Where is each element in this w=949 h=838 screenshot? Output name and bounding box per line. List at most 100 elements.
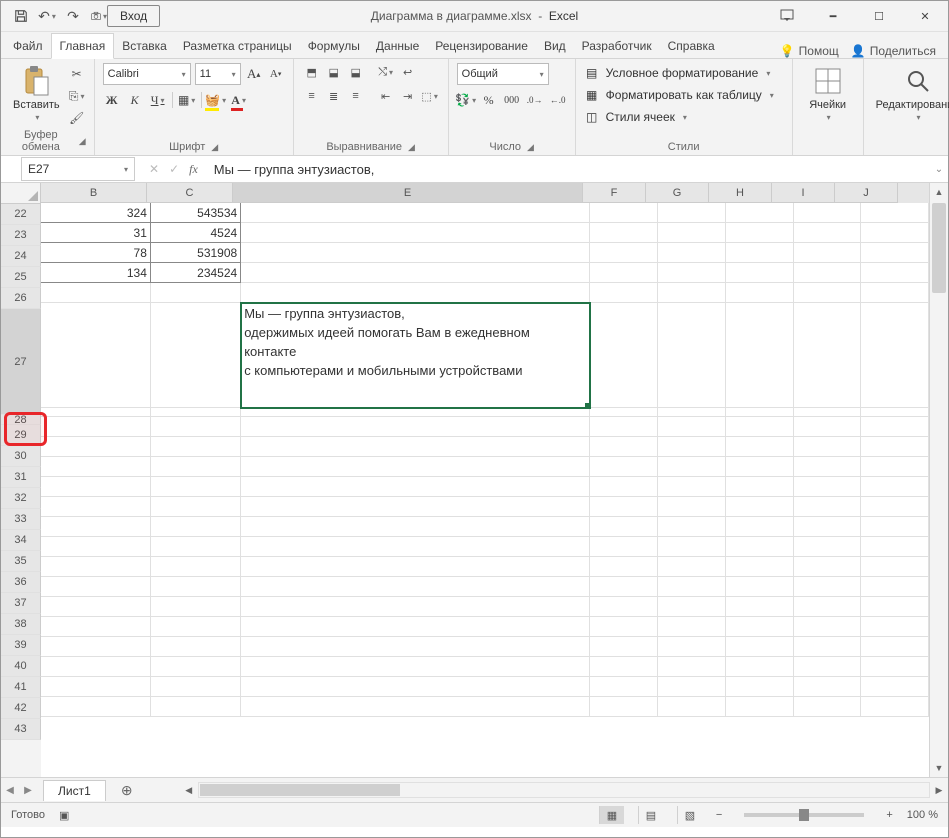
- cell[interactable]: [794, 303, 862, 408]
- align-center-icon[interactable]: ≣: [324, 87, 344, 105]
- row-header[interactable]: 43: [1, 719, 41, 740]
- cell[interactable]: [41, 283, 151, 303]
- cell[interactable]: [861, 417, 929, 437]
- increase-indent-icon[interactable]: ⇥: [398, 87, 418, 105]
- number-format-combo[interactable]: Общий▾: [457, 63, 549, 85]
- cell[interactable]: [590, 223, 658, 243]
- row-header[interactable]: 25: [1, 267, 41, 288]
- cell[interactable]: [658, 597, 726, 617]
- accounting-icon[interactable]: 💱▾: [457, 91, 475, 109]
- cell[interactable]: [794, 637, 862, 657]
- grid-cells[interactable]: B C E F G H I J 324543534 314524 7853190…: [41, 183, 929, 777]
- cell[interactable]: [794, 537, 862, 557]
- cell[interactable]: [658, 303, 726, 408]
- cell[interactable]: [151, 417, 241, 437]
- cell[interactable]: [861, 408, 929, 417]
- maximize-button[interactable]: ☐: [856, 2, 902, 31]
- format-as-table-button[interactable]: ▦Форматировать как таблицу▾: [584, 85, 774, 105]
- cell-selected[interactable]: Мы — группа энтузиастов, одержимых идеей…: [241, 303, 590, 408]
- cell[interactable]: [41, 477, 151, 497]
- cell[interactable]: [151, 537, 241, 557]
- cell[interactable]: [861, 223, 929, 243]
- cell[interactable]: [794, 417, 862, 437]
- cell[interactable]: [41, 577, 151, 597]
- dialog-launcher-icon[interactable]: ◢: [211, 142, 218, 153]
- cell[interactable]: [726, 437, 794, 457]
- cell[interactable]: [41, 537, 151, 557]
- italic-button[interactable]: К: [126, 91, 144, 109]
- cell[interactable]: [794, 408, 862, 417]
- row-header[interactable]: 37: [1, 593, 41, 614]
- cell[interactable]: [726, 697, 794, 717]
- borders-icon[interactable]: ▦▾: [178, 91, 196, 109]
- cell[interactable]: [658, 417, 726, 437]
- row-header[interactable]: 24: [1, 246, 41, 267]
- cell[interactable]: [241, 517, 590, 537]
- tab-data[interactable]: Данные: [368, 34, 427, 58]
- cell[interactable]: [241, 657, 590, 677]
- cell[interactable]: [241, 697, 590, 717]
- orientation-icon[interactable]: ⤭▾: [376, 63, 396, 81]
- cell[interactable]: [241, 203, 590, 223]
- expand-formula-bar-icon[interactable]: ⌄: [930, 164, 948, 175]
- cell[interactable]: [794, 263, 862, 283]
- format-painter-icon[interactable]: 🖌: [68, 109, 86, 127]
- row-header[interactable]: 38: [1, 614, 41, 635]
- tab-insert[interactable]: Вставка: [114, 34, 175, 58]
- cell[interactable]: [241, 577, 590, 597]
- cell[interactable]: [590, 203, 658, 223]
- cell[interactable]: [41, 657, 151, 677]
- cell[interactable]: [861, 637, 929, 657]
- cell[interactable]: [658, 497, 726, 517]
- row-header[interactable]: 26: [1, 288, 41, 309]
- cell[interactable]: [151, 517, 241, 537]
- cell[interactable]: [590, 243, 658, 263]
- row-header[interactable]: 27: [1, 309, 41, 415]
- cell[interactable]: [590, 263, 658, 283]
- cell[interactable]: [41, 617, 151, 637]
- cell[interactable]: [590, 457, 658, 477]
- macro-record-icon[interactable]: ▣: [59, 809, 69, 822]
- cell[interactable]: [794, 437, 862, 457]
- col-header[interactable]: F: [583, 183, 646, 203]
- cell[interactable]: [658, 243, 726, 263]
- cell[interactable]: [861, 263, 929, 283]
- cell[interactable]: [794, 497, 862, 517]
- cells-button[interactable]: Ячейки ▾: [801, 63, 855, 124]
- align-bottom-icon[interactable]: ⬓: [346, 63, 366, 81]
- col-header[interactable]: E: [233, 183, 583, 203]
- cell[interactable]: 31: [41, 223, 151, 243]
- dialog-launcher-icon[interactable]: ◢: [527, 142, 534, 153]
- zoom-level[interactable]: 100 %: [907, 809, 938, 821]
- row-header[interactable]: 41: [1, 677, 41, 698]
- cell[interactable]: [241, 617, 590, 637]
- align-top-icon[interactable]: ⬒: [302, 63, 322, 81]
- merge-icon[interactable]: ⬚▾: [420, 87, 440, 105]
- cell[interactable]: [861, 457, 929, 477]
- cell[interactable]: [241, 477, 590, 497]
- cell[interactable]: [794, 517, 862, 537]
- col-header[interactable]: H: [709, 183, 772, 203]
- cell[interactable]: 78: [41, 243, 151, 263]
- cell-styles-button[interactable]: ◫Стили ячеек▾: [584, 107, 687, 127]
- cell[interactable]: [241, 497, 590, 517]
- cell[interactable]: 543534: [151, 203, 241, 223]
- cell[interactable]: [590, 577, 658, 597]
- name-box[interactable]: E27▾: [21, 157, 135, 181]
- cell[interactable]: 324: [41, 203, 151, 223]
- cell[interactable]: [658, 617, 726, 637]
- bold-button[interactable]: Ж: [103, 91, 121, 109]
- sheet-nav-prev-icon[interactable]: ◀: [1, 785, 19, 796]
- cell[interactable]: [151, 637, 241, 657]
- row-header[interactable]: 29: [1, 425, 41, 446]
- cell[interactable]: [590, 517, 658, 537]
- cell[interactable]: [151, 457, 241, 477]
- cell[interactable]: [794, 243, 862, 263]
- tab-view[interactable]: Вид: [536, 34, 574, 58]
- cell[interactable]: [590, 408, 658, 417]
- cell[interactable]: [590, 477, 658, 497]
- font-name-combo[interactable]: Calibri▾: [103, 63, 191, 85]
- tab-developer[interactable]: Разработчик: [574, 34, 660, 58]
- decrease-indent-icon[interactable]: ⇤: [376, 87, 396, 105]
- cell[interactable]: [861, 537, 929, 557]
